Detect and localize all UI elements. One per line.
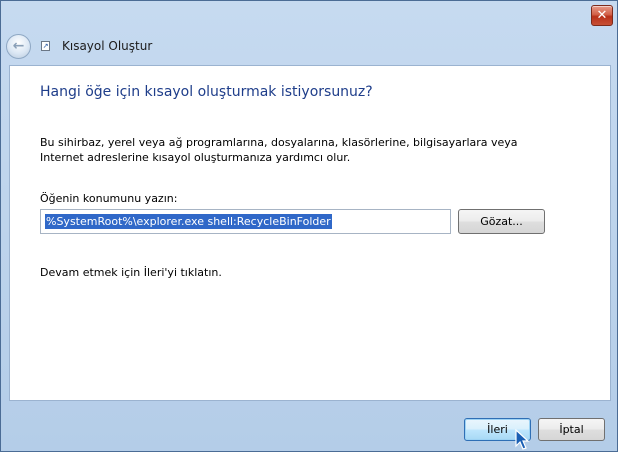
- continue-hint: Devam etmek için İleri'yi tıklatın.: [40, 266, 222, 279]
- page-heading: Hangi öğe için kısayol oluşturmak istiyo…: [40, 84, 373, 100]
- window-title: Kısayol Oluştur: [62, 39, 153, 53]
- shortcut-icon: ↗: [41, 41, 50, 51]
- wizard-content: Hangi öğe için kısayol oluşturmak istiyo…: [9, 65, 611, 401]
- close-icon: ✕: [596, 8, 608, 23]
- browse-button[interactable]: Gözat...: [458, 209, 545, 234]
- cancel-button[interactable]: İptal: [538, 418, 605, 441]
- mouse-cursor-icon: [515, 429, 530, 450]
- back-button[interactable]: ←: [6, 33, 31, 59]
- location-input-value: %SystemRoot%\explorer.exe shell:RecycleB…: [45, 214, 332, 229]
- close-button[interactable]: ✕: [591, 5, 613, 26]
- location-field-label: Öğenin konumunu yazın:: [40, 192, 178, 205]
- create-shortcut-window: ✕ ← ↗ Kısayol Oluştur Hangi öğe için kıs…: [0, 0, 618, 452]
- shortcut-arrow-icon: ↗: [42, 41, 49, 50]
- wizard-description: Bu sihirbaz, yerel veya ağ programlarına…: [40, 136, 518, 164]
- location-input[interactable]: %SystemRoot%\explorer.exe shell:RecycleB…: [40, 209, 451, 234]
- wizard-nav-bar: ← ↗ Kısayol Oluştur: [1, 27, 617, 65]
- back-arrow-icon: ←: [12, 38, 25, 54]
